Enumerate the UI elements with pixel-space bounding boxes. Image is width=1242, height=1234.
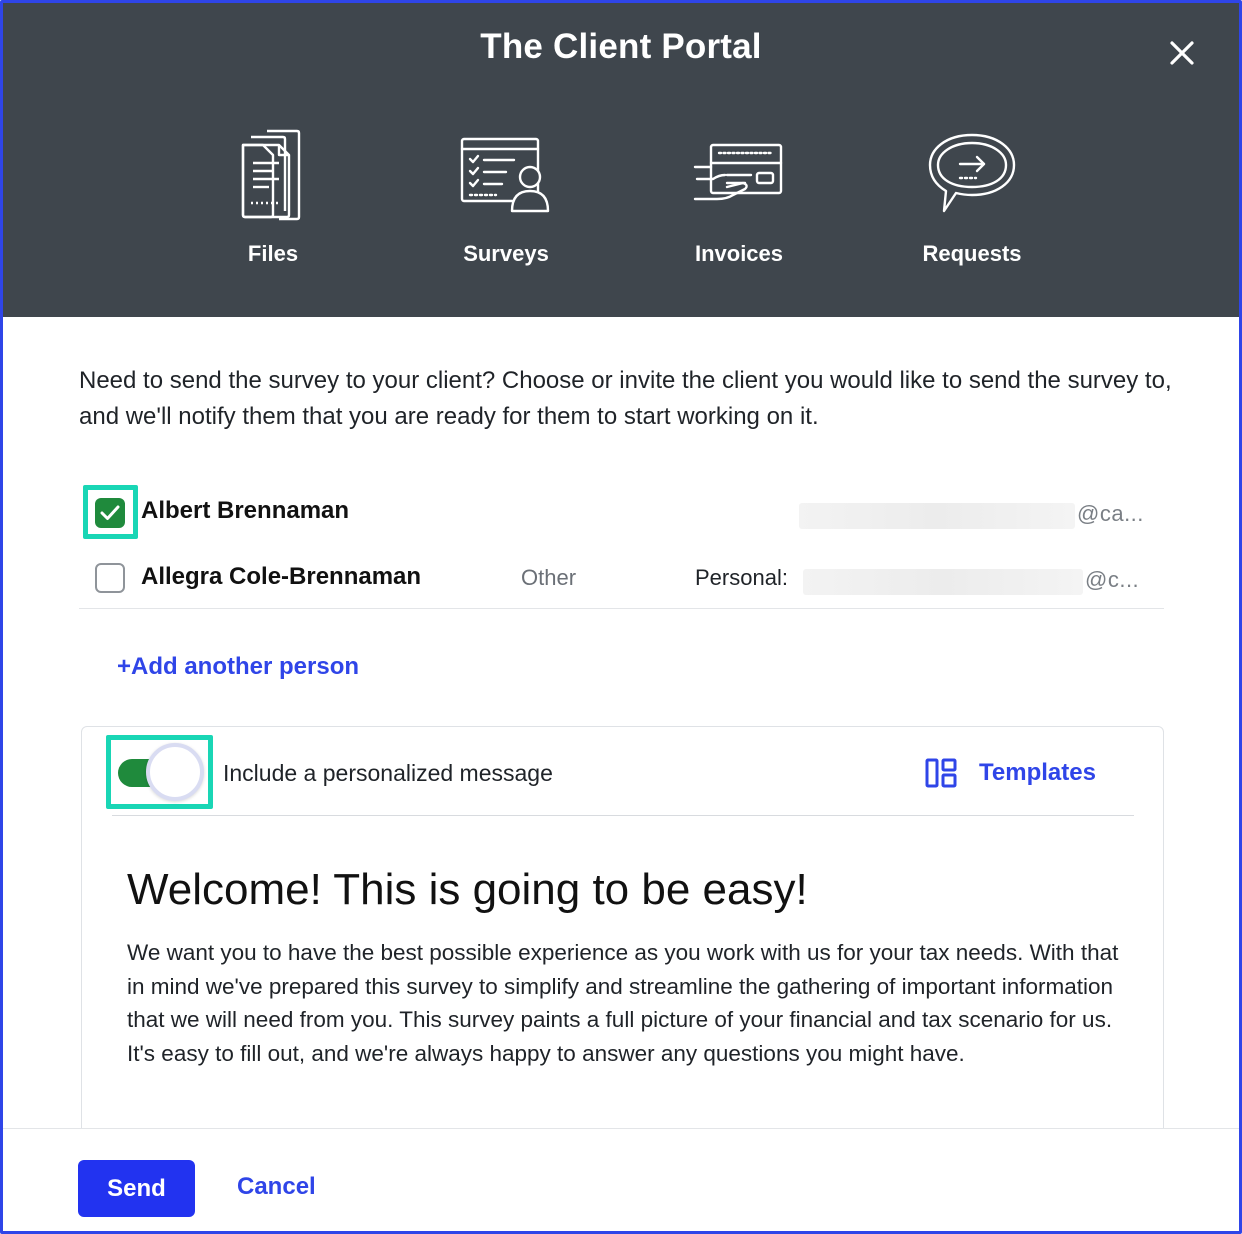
intro-text: Need to send the survey to your client? … bbox=[79, 367, 1172, 430]
files-icon bbox=[241, 129, 301, 221]
toggle-knob bbox=[146, 743, 204, 801]
survey-icon bbox=[460, 137, 550, 213]
invoice-icon bbox=[693, 143, 783, 201]
recipient-checkbox-unchecked[interactable] bbox=[95, 563, 125, 593]
feature-files-label: Files bbox=[247, 241, 299, 266]
request-icon bbox=[928, 133, 1016, 213]
card-divider bbox=[112, 815, 1134, 816]
redacted-email bbox=[803, 569, 1083, 595]
feature-surveys: Surveys bbox=[416, 123, 596, 267]
redacted-email bbox=[799, 503, 1075, 529]
add-another-person-link[interactable]: +Add another person bbox=[117, 653, 359, 681]
dialog-title: The Client Portal bbox=[480, 27, 762, 66]
templates-icon bbox=[925, 758, 957, 788]
close-icon[interactable] bbox=[1164, 35, 1200, 71]
recipient-name: Allegra Cole-Brennaman bbox=[141, 563, 422, 590]
dialog-header: The Client Portal Files Surveys Invoices… bbox=[3, 3, 1239, 317]
feature-files: Files bbox=[183, 123, 363, 267]
templates-label: Templates bbox=[979, 759, 1096, 786]
dialog-footer: Send Cancel bbox=[3, 1128, 1239, 1231]
feature-invoices: Invoices bbox=[649, 123, 829, 267]
feature-invoices-label: Invoices bbox=[694, 241, 784, 266]
feature-requests-label: Requests bbox=[922, 241, 1022, 266]
recipient-email: @ca... bbox=[1077, 501, 1144, 526]
feature-surveys-label: Surveys bbox=[463, 241, 549, 266]
cancel-button[interactable]: Cancel bbox=[237, 1173, 316, 1201]
send-button[interactable]: Send bbox=[78, 1160, 195, 1217]
toggle-label: Include a personalized message bbox=[223, 760, 553, 786]
templates-button[interactable]: Templates bbox=[925, 755, 1096, 791]
client-portal-dialog: The Client Portal Files Surveys Invoices… bbox=[0, 0, 1242, 1234]
recipient-name: Albert Brennaman bbox=[141, 497, 350, 524]
recipient-email-label: Personal: bbox=[695, 565, 788, 590]
recipient-row[interactable]: Allegra Cole-Brennaman Other Personal: @… bbox=[79, 551, 1164, 607]
personalized-message-card: Include a personalized message Templates… bbox=[81, 726, 1164, 1146]
feature-requests: Requests bbox=[882, 123, 1062, 267]
message-heading[interactable]: Welcome! This is going to be easy! bbox=[127, 865, 808, 915]
recipient-email: @c... bbox=[1085, 567, 1140, 592]
personalized-message-toggle[interactable] bbox=[118, 743, 204, 801]
recipients-divider bbox=[79, 608, 1164, 609]
recipient-relation: Other bbox=[521, 565, 577, 590]
checkmark-icon bbox=[100, 505, 120, 520]
recipient-checkbox-checked[interactable] bbox=[95, 498, 125, 528]
recipient-row[interactable]: Albert Brennaman @ca... bbox=[79, 485, 1164, 541]
message-body[interactable]: We want you to have the best possible ex… bbox=[127, 936, 1137, 1070]
